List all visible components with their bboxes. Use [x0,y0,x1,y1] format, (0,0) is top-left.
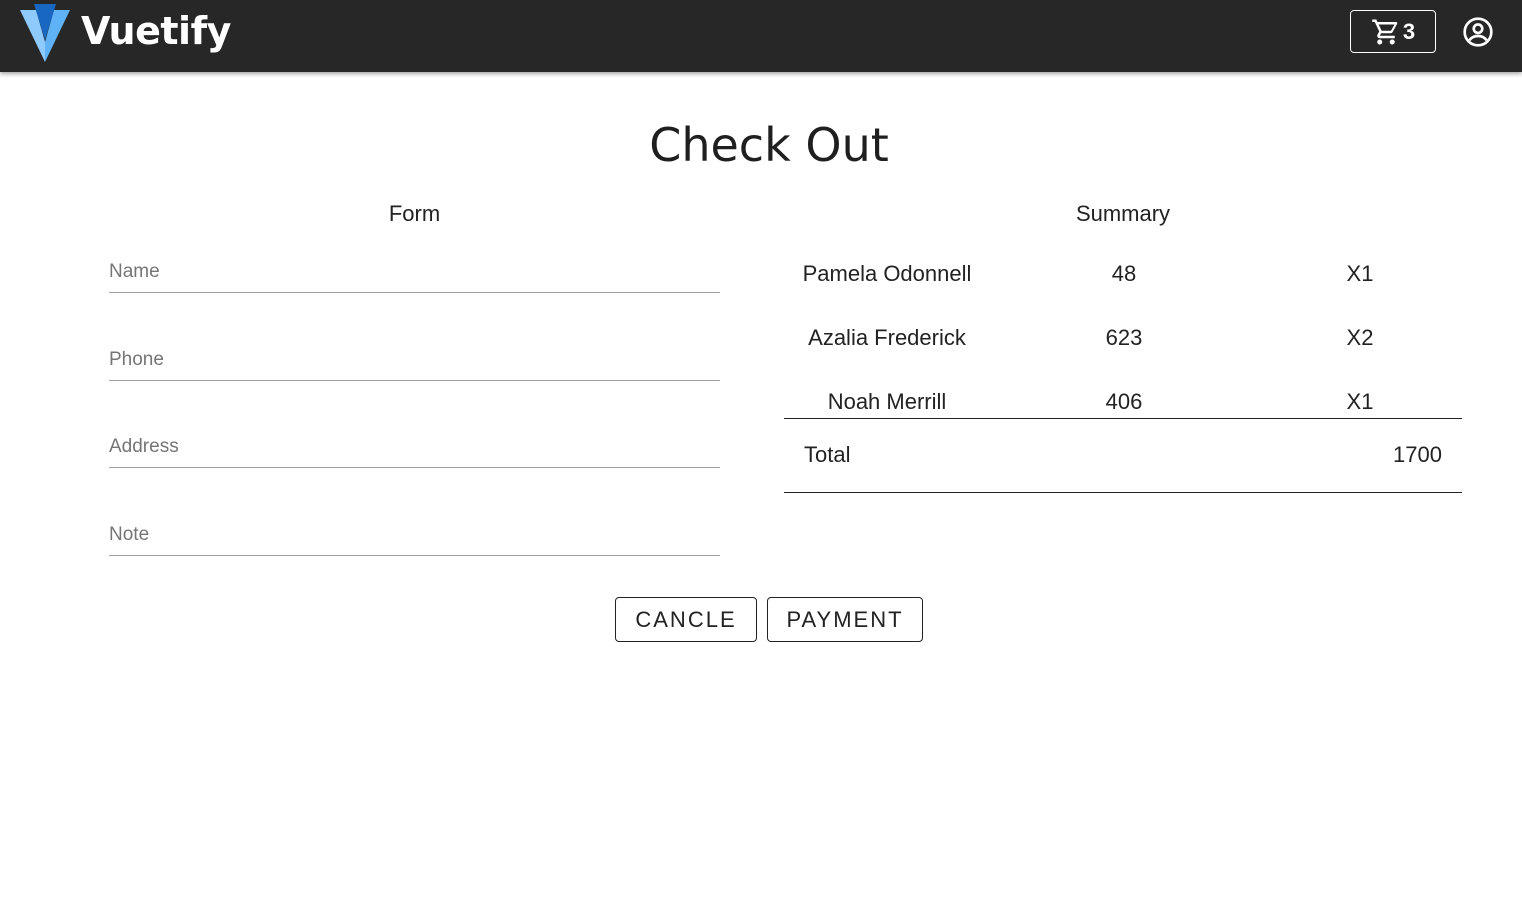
item-name: Noah Merrill [827,389,947,414]
brand-title[interactable]: Vuetify [81,8,231,54]
cart-icon [1372,19,1398,44]
payment-button[interactable]: PAYMENT [767,597,923,642]
address-input[interactable] [109,428,720,466]
summary-heading: Summary [1075,201,1171,226]
cart-button[interactable]: 3 [1350,10,1436,53]
name-field [109,253,720,293]
phone-field [109,341,720,381]
item-quantity: X2 [1346,325,1374,350]
phone-input[interactable] [109,341,720,379]
page-title: Check Out [649,118,889,172]
item-name: Pamela Odonnell [802,261,972,286]
note-field [109,516,720,556]
item-price: 406 [1105,389,1143,414]
cancel-button[interactable]: CANCLE [615,597,757,642]
summary-row: Pamela Odonnell 48 X1 [784,240,1462,304]
form-heading: Form [388,201,441,226]
summary-divider-bottom [784,492,1462,493]
account-circle-icon[interactable] [1462,16,1494,48]
summary-row: Noah Merrill 406 X1 [784,368,1462,432]
item-price: 623 [1105,325,1143,350]
summary-row: Azalia Frederick 623 X2 [784,304,1462,368]
app-bar: Vuetify 3 [0,0,1522,72]
cart-count-badge: 3 [1402,18,1416,44]
total-label: Total [804,442,851,467]
item-name: Azalia Frederick [808,325,966,350]
name-input[interactable] [109,253,720,291]
item-quantity: X1 [1346,261,1374,286]
item-price: 48 [1111,261,1137,286]
address-field [109,428,720,468]
item-quantity: X1 [1346,389,1374,414]
summary-table: Pamela Odonnell 48 X1 Azalia Frederick 6… [784,240,1462,432]
total-value: 1700 [1393,442,1442,467]
summary-divider-top [784,418,1462,419]
vuetify-logo-icon[interactable] [20,4,70,62]
note-input[interactable] [109,516,720,554]
